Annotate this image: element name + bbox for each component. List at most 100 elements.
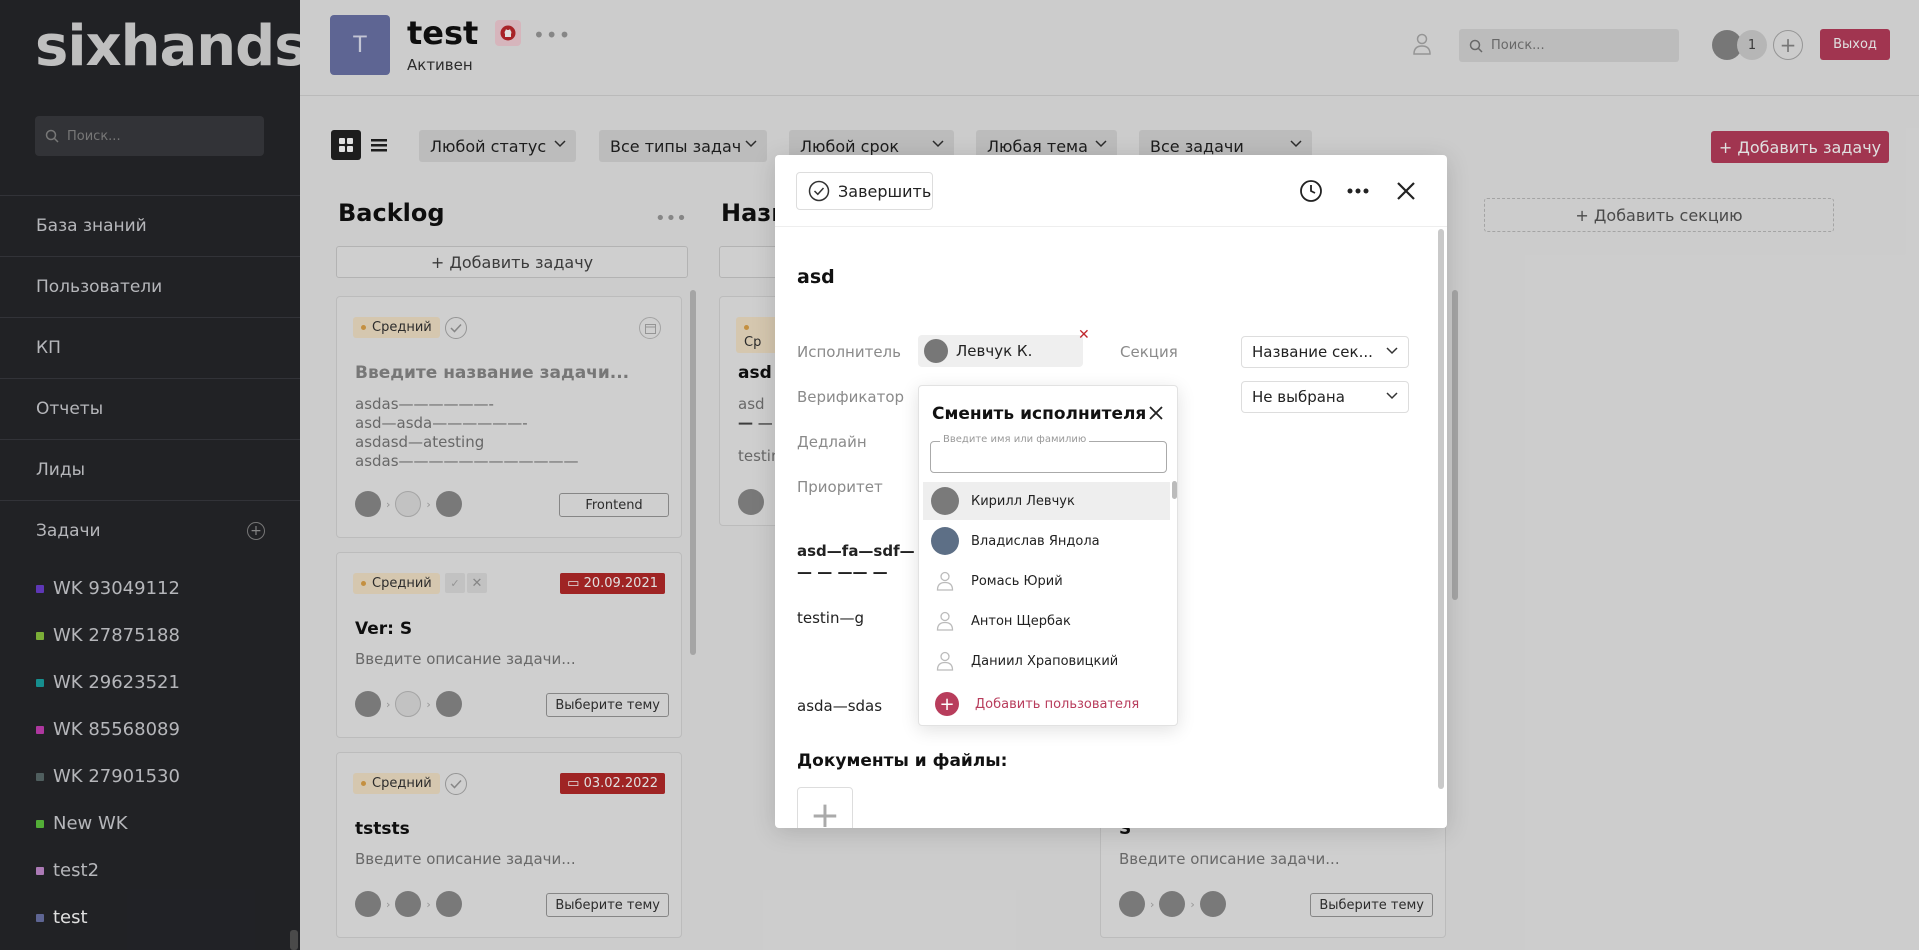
sidebar-search-input[interactable]: Поиск... [35, 116, 264, 156]
column-add-task-button[interactable]: + Добавить задачу [336, 246, 688, 278]
avatar[interactable] [355, 691, 381, 717]
close-icon[interactable]: ✕ [467, 573, 487, 593]
project-item-active[interactable]: test [0, 894, 300, 941]
topic-tag[interactable]: Выберите тему [1310, 893, 1433, 917]
description-line[interactable]: asda—sdas [797, 697, 882, 715]
task-card[interactable]: S Введите описание задачи... › › Выберите… [1100, 810, 1446, 938]
task-card[interactable]: Ср asd asd— — — testin [719, 296, 780, 526]
task-title[interactable]: asd [797, 266, 835, 288]
close-icon[interactable] [1397, 182, 1415, 200]
avatar[interactable] [435, 891, 462, 917]
board-scrollbar[interactable] [1452, 290, 1458, 600]
add-task-button[interactable]: + Добавить задачу [1711, 131, 1889, 163]
project-label: WK 85568089 [53, 719, 180, 740]
add-user-button[interactable]: + Добавить пользователя [935, 692, 1139, 716]
task-desc-line: asdas——————- [355, 395, 494, 413]
sidebar-item-kp[interactable]: КП [0, 317, 300, 378]
user-icon[interactable] [1412, 33, 1432, 59]
exit-button[interactable]: Выход [1820, 29, 1890, 60]
avatar[interactable] [1199, 891, 1226, 917]
task-card[interactable]: Средний Введите название задачи... asdas… [336, 296, 682, 538]
sidebar-item-knowledge-base[interactable]: База знаний [0, 195, 300, 256]
task-type-filter[interactable]: Все типы задач [599, 130, 767, 162]
sidebar: sixhands Поиск... База знаний Пользовате… [0, 0, 300, 950]
topic-tag[interactable]: Frontend [559, 493, 669, 517]
executor-chip[interactable]: Левчук К. [918, 335, 1083, 367]
avatar[interactable] [1159, 891, 1186, 917]
deadline-date: 20.09.2021 [583, 576, 658, 591]
project-item[interactable]: test2 [0, 847, 300, 894]
avatar[interactable] [395, 891, 422, 917]
sidebar-item-reports[interactable]: Отчеты [0, 378, 300, 439]
avatar [931, 487, 959, 515]
user-option[interactable]: Ромась Юрий [923, 562, 1170, 600]
sidebar-scrollbar[interactable] [290, 930, 298, 950]
complete-check-icon[interactable] [445, 317, 467, 339]
list-view-button[interactable] [364, 130, 394, 160]
sidebar-item-leads[interactable]: Лиды [0, 439, 300, 500]
user-search-input[interactable] [930, 441, 1167, 473]
avatar[interactable] [355, 891, 381, 917]
sidebar-search-placeholder: Поиск... [67, 128, 121, 144]
finish-task-button[interactable]: Завершить [796, 172, 933, 210]
sidebar-item-users[interactable]: Пользователи [0, 256, 300, 317]
column-scrollbar[interactable] [690, 290, 696, 655]
project-item[interactable]: WK 27901530 [0, 753, 300, 800]
status-filter[interactable]: Любой статус [419, 130, 576, 162]
avatar[interactable] [395, 691, 422, 717]
user-option[interactable]: Даниил Храповицкий [923, 642, 1170, 680]
description-line[interactable]: — — —— — [797, 563, 888, 581]
user-name: Ромась Юрий [971, 573, 1063, 589]
add-file-button[interactable]: + [797, 787, 853, 828]
description-line[interactable]: asd—fa—sdf— [797, 542, 915, 560]
user-option[interactable]: Антон Щербак [923, 602, 1170, 640]
user-name: Кирилл Левчук [971, 493, 1075, 509]
project-item[interactable]: WK 27875188 [0, 612, 300, 659]
avatar[interactable] [395, 491, 422, 517]
topic-tag[interactable]: Выберите тему [546, 893, 669, 917]
search-icon [45, 129, 59, 143]
avatar[interactable] [738, 489, 764, 515]
app-logo[interactable]: sixhands [35, 14, 300, 79]
filter-label: Любой статус [430, 136, 547, 156]
project-more-icon[interactable]: ••• [533, 23, 571, 47]
avatar[interactable] [355, 491, 381, 517]
column-add-task-button[interactable] [719, 246, 779, 278]
avatar[interactable] [1119, 891, 1145, 917]
close-icon[interactable] [1149, 406, 1163, 420]
modal-toolbar: Завершить [775, 155, 1447, 227]
project-item[interactable]: WK 93049112 [0, 565, 300, 612]
add-member-icon[interactable]: + [1773, 30, 1803, 60]
description-line[interactable]: testin—g [797, 609, 864, 627]
more-horizontal-icon[interactable] [1346, 187, 1370, 195]
member-count-badge[interactable]: 1 [1737, 30, 1767, 60]
user-placeholder-icon [931, 647, 959, 675]
user-option[interactable]: Владислав Яндола [923, 522, 1170, 560]
project-list: WK 93049112 WK 27875188 WK 29623521 WK 8… [0, 565, 300, 941]
avatar[interactable] [435, 691, 462, 717]
project-item[interactable]: New WK [0, 800, 300, 847]
grid-view-button[interactable] [331, 130, 361, 160]
sidebar-item-tasks[interactable]: Задачи + [0, 500, 300, 561]
verifier-select[interactable]: Не выбрана [1241, 381, 1409, 413]
github-icon[interactable] [495, 20, 521, 46]
task-card[interactable]: Средний ✓ ✕ ▭ 20.09.2021 Ver: S Введите … [336, 552, 682, 738]
header-search-input[interactable]: Поиск... [1459, 29, 1679, 62]
remove-executor-icon[interactable]: ✕ [1078, 327, 1090, 343]
task-card[interactable]: Средний ▭ 03.02.2022 tststs Введите опис… [336, 752, 682, 938]
add-section-button[interactable]: + Добавить секцию [1484, 198, 1834, 232]
calendar-icon[interactable] [639, 317, 661, 339]
project-item[interactable]: WK 29623521 [0, 659, 300, 706]
modal-scrollbar[interactable] [1438, 229, 1444, 789]
history-icon[interactable] [1299, 179, 1323, 203]
avatar[interactable] [435, 491, 462, 517]
add-project-icon[interactable]: + [247, 522, 265, 540]
popover-scrollbar[interactable] [1172, 481, 1177, 499]
column-more-icon[interactable]: ••• [655, 208, 687, 229]
topic-tag[interactable]: Выберите тему [546, 693, 669, 717]
complete-check-icon[interactable] [445, 773, 467, 795]
project-item[interactable]: WK 85568089 [0, 706, 300, 753]
check-icon[interactable]: ✓ [445, 573, 465, 593]
user-option[interactable]: Кирилл Левчук [923, 482, 1170, 520]
section-select[interactable]: Название сек... [1241, 336, 1409, 368]
